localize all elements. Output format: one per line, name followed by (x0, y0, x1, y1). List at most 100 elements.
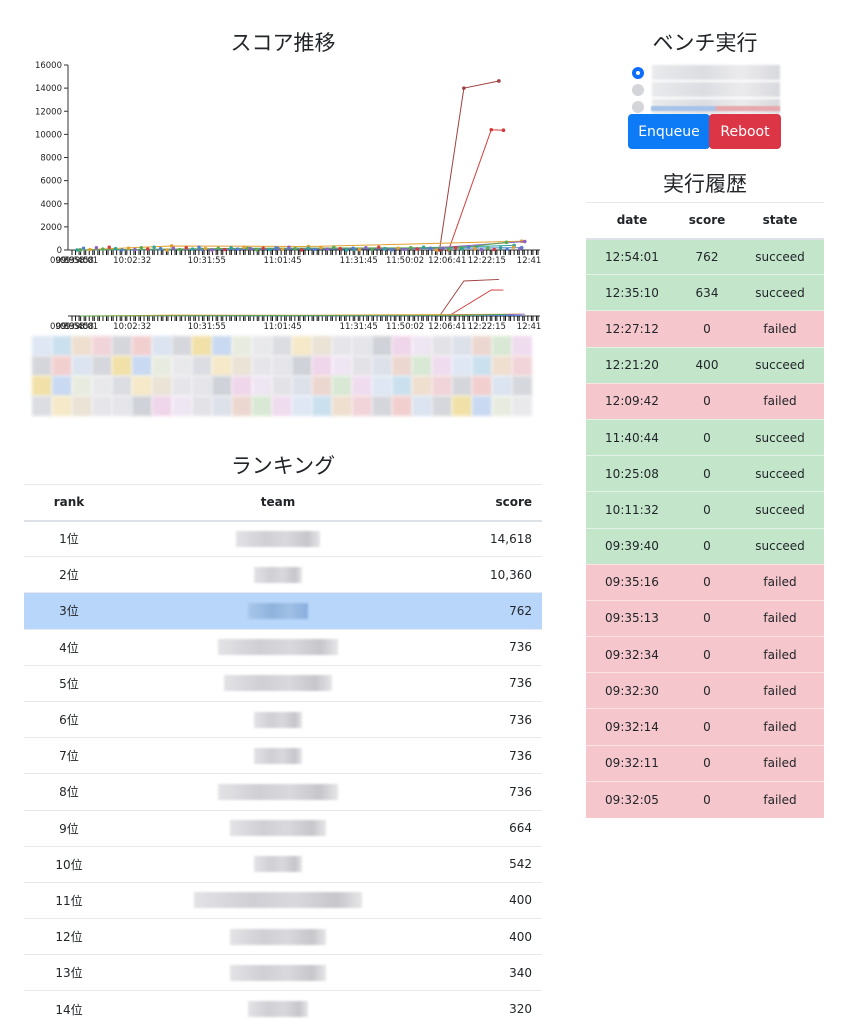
data-point[interactable] (351, 246, 355, 250)
data-point[interactable] (434, 248, 439, 252)
data-point[interactable] (287, 245, 291, 249)
data-point[interactable] (190, 247, 195, 251)
data-point[interactable] (409, 245, 413, 250)
ranking-row[interactable]: 8位 736 (24, 773, 542, 810)
ranking-row[interactable]: 7位 736 (24, 737, 542, 774)
data-point[interactable] (479, 248, 484, 252)
data-point[interactable] (165, 248, 169, 252)
bench-option[interactable] (632, 64, 832, 81)
data-point[interactable] (126, 246, 131, 250)
data-point[interactable] (447, 247, 451, 252)
series-line[interactable] (439, 80, 499, 251)
data-point[interactable] (300, 248, 304, 252)
data-point[interactable] (497, 79, 501, 83)
data-point[interactable] (421, 245, 426, 249)
data-point[interactable] (152, 245, 156, 249)
data-point[interactable] (120, 248, 124, 252)
ranking-row[interactable]: 11位 400 (24, 881, 542, 919)
ranking-row[interactable]: 13位 340 (24, 954, 542, 991)
data-point[interactable] (441, 246, 445, 250)
ranking-col-rank[interactable]: rank (24, 484, 114, 522)
data-point[interactable] (203, 246, 208, 251)
series-line[interactable] (448, 129, 504, 251)
data-point[interactable] (504, 240, 509, 245)
ranking-row[interactable]: 10位 542 (24, 845, 542, 883)
data-point[interactable] (267, 247, 272, 252)
data-point[interactable] (158, 246, 163, 251)
data-point[interactable] (344, 248, 349, 252)
data-point[interactable] (78, 248, 82, 252)
ranking-row[interactable]: 4位 736 (24, 628, 542, 666)
data-point[interactable] (357, 247, 362, 252)
data-point[interactable] (261, 246, 265, 250)
data-point[interactable] (171, 246, 176, 250)
ranking-row[interactable]: 6位 736 (24, 700, 542, 738)
data-point[interactable] (139, 245, 144, 250)
data-point[interactable] (146, 247, 150, 251)
data-point[interactable] (325, 247, 330, 251)
data-point[interactable] (462, 86, 466, 90)
data-point[interactable] (338, 246, 342, 251)
data-point[interactable] (223, 247, 227, 252)
data-point[interactable] (402, 247, 407, 252)
radio-button[interactable] (632, 66, 644, 79)
data-point[interactable] (280, 247, 285, 251)
data-point[interactable] (113, 246, 118, 251)
ranking-col-team[interactable]: team (114, 484, 442, 522)
data-point[interactable] (415, 247, 419, 251)
ranking-row[interactable]: 3位 762 (24, 592, 542, 630)
score-chart[interactable]: 0 2000 4000 6000 8000 10000 12000 14000 16000 09:… (24, 60, 542, 270)
ranking-row[interactable]: 1位 14,618 (24, 519, 542, 557)
data-point[interactable] (293, 246, 297, 251)
data-point[interactable] (229, 245, 233, 250)
radio-button[interactable] (632, 100, 644, 113)
data-point[interactable] (88, 247, 92, 252)
radio-button[interactable] (632, 83, 644, 96)
data-point[interactable] (210, 248, 214, 252)
data-point[interactable] (383, 246, 387, 251)
score-chart-brush[interactable]: 09:39:58 10:02:32 10:31:55 11:01:45 11:31:45… (24, 274, 542, 330)
data-point[interactable] (505, 247, 509, 251)
data-point[interactable] (428, 246, 432, 251)
data-point[interactable] (107, 245, 111, 249)
data-point[interactable] (184, 245, 188, 250)
data-point[interactable] (473, 246, 477, 251)
data-point[interactable] (454, 245, 458, 250)
data-point[interactable] (486, 246, 490, 250)
data-point[interactable] (319, 245, 323, 250)
series-line[interactable] (448, 289, 504, 317)
data-point[interactable] (518, 246, 522, 251)
ranking-row[interactable]: 2位 10,360 (24, 556, 542, 593)
data-point[interactable] (364, 245, 368, 250)
reboot-button[interactable]: Reboot (709, 114, 781, 149)
data-point[interactable] (492, 247, 496, 252)
data-point[interactable] (306, 246, 310, 250)
data-point[interactable] (81, 246, 86, 250)
data-point[interactable] (396, 246, 400, 250)
data-point[interactable] (332, 245, 336, 249)
data-point[interactable] (94, 245, 99, 250)
data-point[interactable] (255, 248, 259, 252)
data-point[interactable] (511, 245, 516, 249)
data-point[interactable] (75, 248, 79, 252)
ranking-row[interactable]: 5位 736 (24, 664, 542, 702)
ranking-col-score[interactable]: score (442, 484, 542, 522)
ranking-row[interactable]: 9位 664 (24, 809, 542, 847)
data-point[interactable] (466, 245, 471, 249)
data-point[interactable] (501, 128, 506, 133)
data-point[interactable] (522, 239, 527, 244)
ranking-row[interactable]: 12位 400 (24, 918, 542, 955)
series-line[interactable] (439, 279, 499, 317)
data-point[interactable] (101, 247, 105, 251)
data-point[interactable] (242, 245, 246, 249)
data-point[interactable] (197, 245, 201, 249)
enqueue-button[interactable]: Enqueue (628, 114, 710, 149)
data-point[interactable] (235, 247, 240, 251)
bench-option[interactable] (632, 81, 832, 98)
ranking-row[interactable]: 14位 320 (24, 990, 542, 1024)
data-point[interactable] (489, 127, 494, 132)
data-point[interactable] (389, 248, 394, 252)
data-point[interactable] (216, 246, 221, 250)
data-point[interactable] (248, 246, 253, 251)
data-point[interactable] (133, 247, 137, 252)
